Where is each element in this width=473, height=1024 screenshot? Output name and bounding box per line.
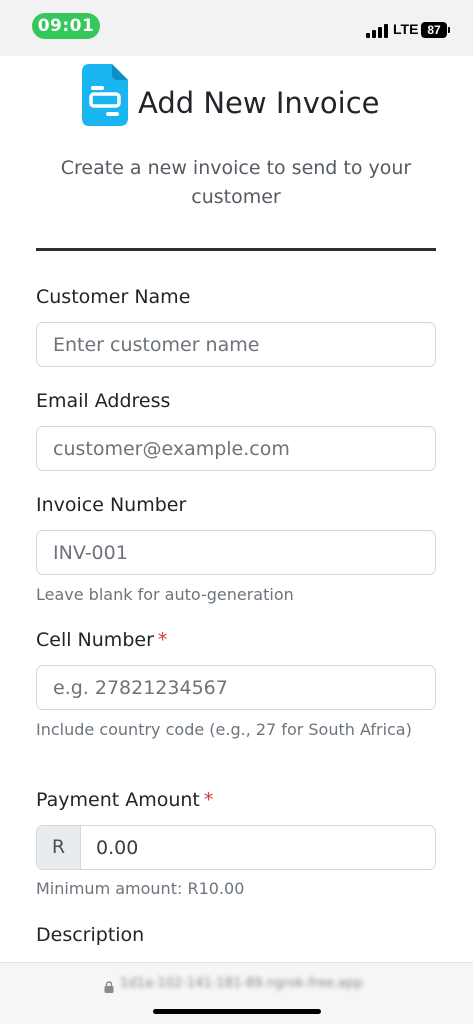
customer-name-placeholder: Enter customer name — [53, 334, 260, 356]
invoice-document-icon — [82, 64, 128, 126]
payment-amount-input-group[interactable]: R 0.00 — [36, 825, 436, 870]
payment-amount-label: Payment Amount * — [36, 789, 213, 811]
cell-number-placeholder: e.g. 27821234567 — [53, 677, 228, 699]
page-subtitle: Create a new invoice to send to your cus… — [60, 157, 412, 208]
cell-number-label: Cell Number * — [36, 629, 167, 651]
network-type: LTE — [393, 21, 419, 37]
url-text[interactable]: 1d1a-102-141-181-89.ngrok-free.app — [120, 976, 363, 991]
customer-name-input[interactable]: Enter customer name — [36, 322, 436, 367]
invoice-number-help: Leave blank for auto-generation — [36, 585, 294, 604]
payment-amount-label-text: Payment Amount — [36, 789, 200, 811]
invoice-number-label: Invoice Number — [36, 494, 187, 516]
email-address-label: Email Address — [36, 390, 171, 412]
customer-name-label: Customer Name — [36, 286, 191, 308]
battery-icon: 87 — [421, 22, 447, 38]
browser-address-bar[interactable]: 1d1a-102-141-181-89.ngrok-free.app — [0, 962, 473, 1024]
currency-addon: R — [37, 826, 81, 869]
cell-number-label-text: Cell Number — [36, 629, 154, 651]
lock-icon — [104, 981, 114, 993]
cell-number-input[interactable]: e.g. 27821234567 — [36, 665, 436, 710]
invoice-number-input[interactable]: INV-001 — [36, 530, 436, 575]
header-divider — [36, 248, 436, 251]
home-indicator[interactable] — [153, 1009, 321, 1014]
email-address-placeholder: customer@example.com — [53, 438, 290, 460]
required-mark: * — [157, 629, 168, 651]
description-label: Description — [36, 924, 145, 946]
status-bar: 09:01 LTE 87 — [0, 0, 473, 56]
invoice-number-placeholder: INV-001 — [53, 542, 128, 564]
payment-amount-value[interactable]: 0.00 — [96, 826, 138, 871]
battery-tip — [448, 27, 450, 33]
page-title: Add New Invoice — [138, 86, 380, 120]
required-mark: * — [203, 789, 214, 811]
status-time: 09:01 — [32, 13, 100, 39]
cellular-signal-icon — [366, 24, 388, 38]
cell-number-help: Include country code (e.g., 27 for South… — [36, 720, 412, 739]
payment-amount-help: Minimum amount: R10.00 — [36, 879, 245, 898]
email-address-input[interactable]: customer@example.com — [36, 426, 436, 471]
